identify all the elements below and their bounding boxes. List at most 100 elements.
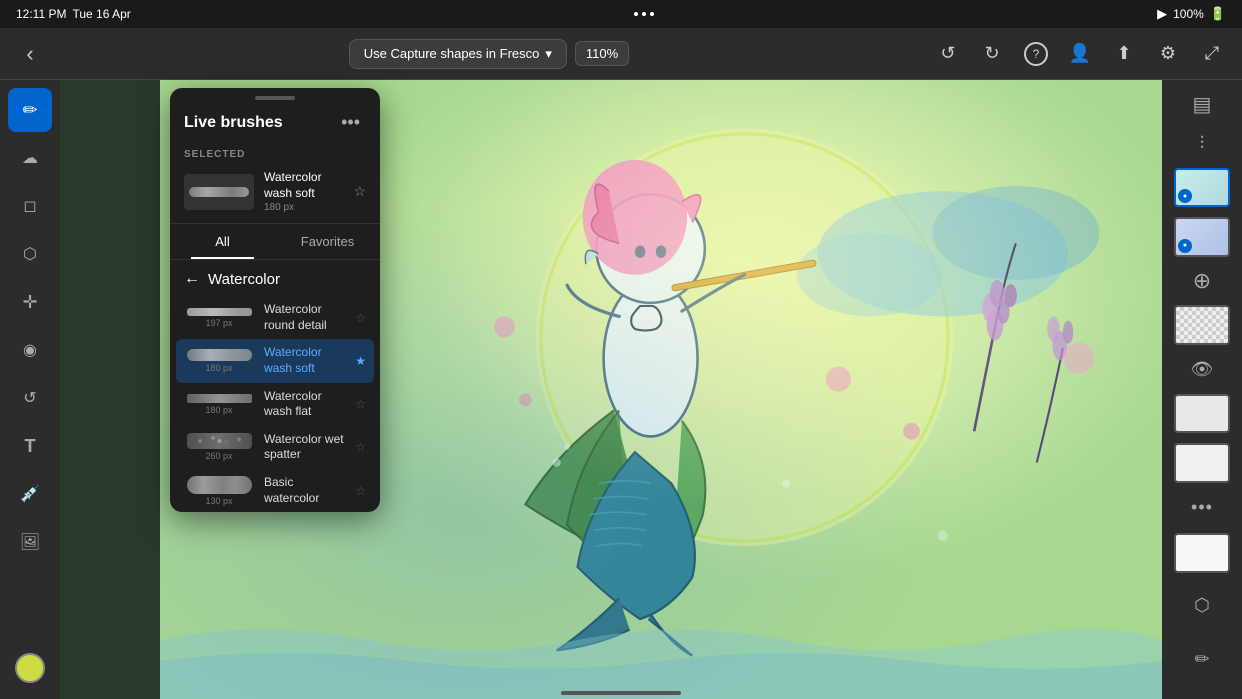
brush-item-selected[interactable]: 180 px Watercolor wash soft ★: [176, 339, 374, 382]
brush-size-label-spatter: 260 px: [205, 451, 232, 461]
redo-button[interactable]: ↻: [974, 36, 1010, 72]
brush-icon: ✏: [22, 100, 37, 121]
history-tool-button[interactable]: ↺: [8, 376, 52, 420]
layer-thumb-3[interactable]: [1174, 305, 1230, 345]
image-insert-button[interactable]: 🖼: [8, 520, 52, 564]
history-icon: ↺: [23, 388, 36, 408]
view-button[interactable]: 👁: [1178, 353, 1226, 386]
panel-drag-handle[interactable]: [255, 96, 295, 100]
selection-icon: ⬡: [23, 244, 37, 264]
brush-star-button-flat[interactable]: ☆: [355, 397, 366, 411]
color-swatch[interactable]: [15, 653, 45, 683]
tab-all[interactable]: All: [170, 224, 275, 259]
selected-brush-stroke: [189, 187, 249, 197]
battery-level: 100%: [1173, 7, 1204, 21]
status-bar: 12:11 PM Tue 16 Apr ▶ 100% 🔋: [0, 0, 1242, 28]
redo-icon: ↻: [984, 43, 999, 64]
home-indicator: [561, 691, 681, 695]
brush-size-label-selected: 180 px: [205, 363, 232, 373]
adjustments-icon: ⫶: [1200, 133, 1205, 154]
panel-title: Live brushes: [184, 114, 283, 132]
help-button[interactable]: ?: [1018, 36, 1054, 72]
panel-more-button[interactable]: •••: [335, 110, 366, 135]
brush-star-button-basic[interactable]: ☆: [355, 484, 366, 498]
settings-icon: ⚙: [1160, 43, 1176, 64]
brush-stroke-basic-wc: [187, 476, 252, 494]
brush-stroke-wet-spatter: [187, 433, 252, 449]
text-tool-button[interactable]: T: [8, 424, 52, 468]
layer-thumb-2[interactable]: ●: [1174, 217, 1230, 257]
text-icon: T: [25, 436, 36, 457]
brush-tool-button[interactable]: ✏: [8, 88, 52, 132]
fullscreen-icon: ⤢: [1205, 43, 1219, 64]
share-icon: ⬆: [1116, 43, 1131, 64]
brush-name-spatter: Watercolor wet spatter: [264, 432, 345, 463]
brush-preview: 197 px: [184, 308, 254, 328]
brush-name: Watercolor round detail: [264, 302, 345, 333]
eraser-icon: ◻: [23, 196, 36, 216]
status-dot-3: [650, 12, 654, 16]
selected-brush-size: 180 px: [264, 202, 343, 213]
top-toolbar: ‹ Use Capture shapes in Fresco ▾ 110% ↺ …: [0, 28, 1242, 80]
brush-name-flat: Watercolor wash flat: [264, 389, 345, 420]
brush-item[interactable]: 197 px Watercolor round detail ☆: [170, 296, 380, 339]
wifi-icon: ▶: [1157, 6, 1167, 22]
brush-size-label: 197 px: [205, 318, 232, 328]
capture-shapes-button[interactable]: Use Capture shapes in Fresco ▾: [349, 39, 567, 69]
brush-preview-selected-item: 180 px: [184, 349, 254, 373]
add-layer-button[interactable]: ⊕: [1178, 265, 1226, 298]
fill-icon: ◉: [23, 340, 37, 360]
eyedropper-icon: 💉: [20, 484, 40, 504]
pencil-icon: ✏: [1194, 649, 1209, 670]
transform-tool-button[interactable]: ✛: [8, 280, 52, 324]
category-name: Watercolor: [208, 271, 280, 288]
back-button[interactable]: ‹: [12, 36, 48, 72]
capture-label: Use Capture shapes in Fresco: [364, 46, 540, 61]
eye-icon: 👁: [1191, 359, 1214, 380]
layers-icon: ▤: [1193, 92, 1212, 117]
brush-item-basic[interactable]: 130 px Basic watercolor ☆: [170, 469, 380, 512]
tab-favorites[interactable]: Favorites: [275, 224, 380, 259]
more-options-button[interactable]: •••: [1178, 491, 1226, 524]
brush-star-button-selected[interactable]: ★: [355, 354, 366, 368]
fill-tool-button[interactable]: ◉: [8, 328, 52, 372]
layer-thumb-1[interactable]: ●: [1174, 168, 1230, 208]
brush-item-spatter[interactable]: 260 px Watercolor wet spatter ☆: [170, 426, 380, 469]
brush-star-button[interactable]: ☆: [355, 311, 366, 325]
brush-name-selected: Watercolor wash soft: [264, 345, 345, 376]
brush-preview-flat: 180 px: [184, 394, 254, 415]
selection-tool-button[interactable]: ⬡: [8, 232, 52, 276]
brush-size-label-basic: 130 px: [205, 496, 232, 506]
left-toolbar: ✏ ☁ ◻ ⬡ ✛ ◉ ↺ T 💉 🖼: [0, 80, 60, 699]
smudge-tool-button[interactable]: ☁: [8, 136, 52, 180]
category-back-button[interactable]: ←: [184, 270, 200, 288]
profile-button[interactable]: 👤: [1062, 36, 1098, 72]
layer-thumb-6[interactable]: [1174, 533, 1230, 573]
layers-button[interactable]: ▤: [1178, 88, 1226, 121]
pencil-button[interactable]: ✏: [1178, 635, 1226, 683]
brush-size-label-flat: 180 px: [205, 405, 232, 415]
battery-icon: 🔋: [1210, 6, 1226, 22]
fullscreen-button[interactable]: ⤢: [1194, 36, 1230, 72]
nodes-button[interactable]: ⬡: [1178, 581, 1226, 629]
settings-button[interactable]: ⚙: [1150, 36, 1186, 72]
brush-item-flat[interactable]: 180 px Watercolor wash flat ☆: [170, 383, 380, 426]
undo-button[interactable]: ↺: [930, 36, 966, 72]
share-button[interactable]: ⬆: [1106, 36, 1142, 72]
adjustments-button[interactable]: ⫶: [1178, 127, 1226, 160]
eyedropper-tool-button[interactable]: 💉: [8, 472, 52, 516]
layer-thumb-4[interactable]: [1174, 394, 1230, 434]
selected-brush-star-button[interactable]: ☆: [353, 183, 366, 200]
panel-header: Live brushes •••: [170, 104, 380, 145]
layer-thumb-5[interactable]: [1174, 443, 1230, 483]
eraser-tool-button[interactable]: ◻: [8, 184, 52, 228]
selected-brush-name: Watercolor wash soft: [264, 170, 343, 201]
smudge-icon: ☁: [22, 148, 38, 168]
brush-name-basic: Basic watercolor: [264, 475, 345, 506]
category-header: ← Watercolor: [170, 260, 380, 296]
selected-brush-item: Watercolor wash soft 180 px ☆: [170, 164, 380, 223]
brush-list: 197 px Watercolor round detail ☆ 180 px …: [170, 296, 380, 512]
brush-star-button-spatter[interactable]: ☆: [355, 440, 366, 454]
status-dot-2: [642, 12, 646, 16]
brush-stroke-wash-soft: [187, 349, 252, 361]
